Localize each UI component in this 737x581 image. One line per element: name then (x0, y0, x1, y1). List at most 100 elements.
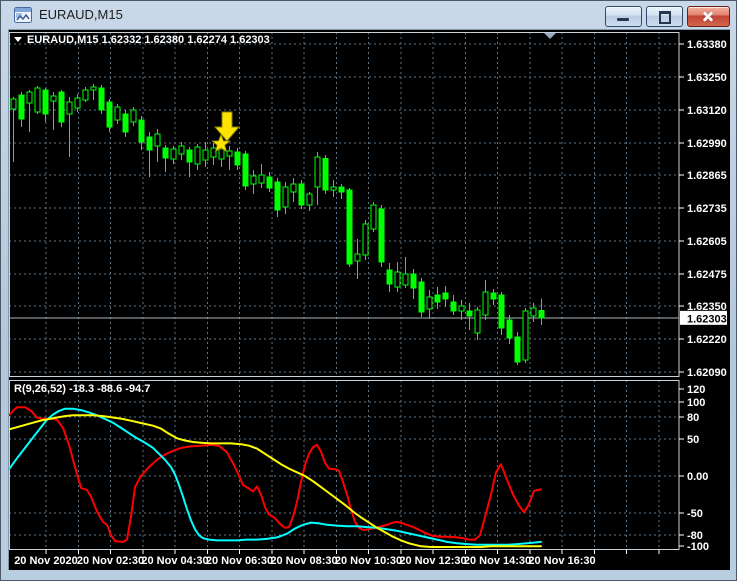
indicator-axis-label: 80 (687, 412, 699, 424)
indicator-axis-label: 50 (687, 434, 699, 446)
window-title: EURAUD,M15 (39, 7, 123, 22)
time-axis-label: 20 Nov 10:30 (335, 555, 402, 567)
bear-candle (58, 91, 65, 123)
current-price-label: 1.62303 (687, 313, 727, 325)
bull-candle (362, 223, 369, 256)
bull-candle (82, 89, 89, 101)
bull-candle (90, 86, 97, 91)
bear-candle (106, 101, 113, 128)
bull-candle (170, 148, 177, 160)
bull-candle (354, 253, 361, 262)
chart-window-icon (14, 7, 32, 23)
bull-candle (202, 149, 209, 161)
bull-candle (330, 186, 337, 191)
time-axis-label: 20 Nov 12:30 (399, 555, 466, 567)
bear-candle (42, 89, 49, 115)
bear-candle (138, 119, 145, 143)
close-button[interactable] (687, 6, 730, 27)
bear-candle (410, 273, 417, 289)
bull-candle (26, 91, 33, 104)
bear-candle (490, 292, 497, 300)
bull-candle (314, 156, 321, 188)
bear-candle (386, 269, 393, 285)
bear-candle (434, 294, 441, 303)
bear-candle (442, 292, 449, 300)
bear-candle (266, 176, 273, 189)
bear-candle (298, 183, 305, 206)
bear-candle (418, 281, 425, 313)
time-axis-label: 20 Nov 16:30 (528, 555, 595, 567)
bull-candle (66, 101, 73, 115)
indicator-axis-label: -100 (687, 541, 709, 553)
bull-candle (426, 296, 433, 310)
restore-button[interactable] (646, 6, 683, 27)
bull-candle (370, 204, 377, 230)
bear-candle (186, 149, 193, 163)
price-axis-label: 1.63120 (687, 105, 727, 117)
price-axis-label: 1.62990 (687, 138, 727, 150)
ohlc-header: EURAUD,M15 1.62332 1.62380 1.62274 1.623… (14, 34, 270, 46)
minimize-button[interactable] (605, 6, 642, 27)
bull-candle (154, 133, 161, 147)
bull-candle (34, 87, 41, 113)
price-axis-label: 1.62865 (687, 170, 727, 182)
time-axis[interactable]: 20 Nov 2020 20 Nov 02:3020 Nov 04:3020 No… (14, 550, 660, 567)
bull-candle (194, 146, 201, 165)
indicator-axis-label: 0.00 (687, 471, 708, 483)
bull-candle (10, 98, 17, 110)
bear-candle (338, 186, 345, 193)
bull-candle (394, 271, 401, 288)
bull-candle (474, 309, 481, 334)
time-axis-label: 20 Nov 08:30 (270, 555, 337, 567)
minimize-icon (617, 18, 629, 21)
bear-candle (346, 189, 353, 265)
indicator-label-text: R(9,26,52) -18.3 -88.6 -94.7 (14, 383, 150, 395)
price-axis-label: 1.62735 (687, 203, 727, 215)
bear-candle (450, 301, 457, 312)
price-axis-label: 1.62605 (687, 236, 727, 248)
bear-candle (514, 336, 521, 363)
bull-candle (458, 305, 465, 312)
bull-candle (218, 148, 225, 160)
indicator-axis-label: 100 (687, 397, 705, 409)
price-axis-label: 1.62090 (687, 367, 727, 379)
bear-candle (466, 310, 473, 317)
bear-candle (274, 181, 281, 211)
price-axis-label: 1.62220 (687, 334, 727, 346)
time-axis-label: 20 Nov 02:30 (77, 555, 144, 567)
bear-candle (538, 309, 545, 319)
bear-candle (378, 208, 385, 263)
bull-candle (178, 145, 185, 155)
time-axis-label: 20 Nov 06:30 (206, 555, 273, 567)
bear-candle (242, 153, 249, 187)
restore-icon (659, 11, 671, 24)
bull-candle (50, 95, 57, 102)
bull-candle (258, 174, 265, 184)
bull-candle (530, 307, 537, 317)
price-axis-label: 1.63250 (687, 72, 727, 84)
titlebar[interactable]: EURAUD,M15 (1, 1, 736, 29)
bull-candle (210, 147, 217, 158)
ohlc-header-text: EURAUD,M15 1.62332 1.62380 1.62274 1.623… (27, 34, 270, 46)
bear-candle (234, 151, 241, 166)
indicator-axis-label: 120 (687, 384, 705, 396)
bull-candle (522, 310, 529, 361)
chart-canvas[interactable]: EURAUD,M15 1.62332 1.62380 1.62274 1.623… (8, 29, 730, 570)
bear-candle (498, 294, 505, 329)
bull-candle (282, 186, 289, 208)
time-axis-label: 20 Nov 14:30 (464, 555, 531, 567)
bull-candle (250, 175, 257, 185)
time-axis-label: 20 Nov 2020 (14, 555, 78, 567)
price-axis-label: 1.63380 (687, 39, 727, 51)
bear-candle (18, 94, 25, 120)
window-controls (605, 6, 730, 27)
bull-candle (114, 106, 121, 121)
bull-candle (306, 193, 313, 206)
bear-candle (322, 158, 329, 191)
bull-candle (74, 97, 81, 109)
time-axis-label: 20 Nov 04:30 (141, 555, 208, 567)
bull-candle (130, 109, 137, 123)
bull-candle (402, 273, 409, 286)
bear-candle (162, 147, 169, 159)
mt4-chart-window: EURAUD,M15 EURAUD,M15 1.62332 1.62380 1.… (0, 0, 737, 581)
